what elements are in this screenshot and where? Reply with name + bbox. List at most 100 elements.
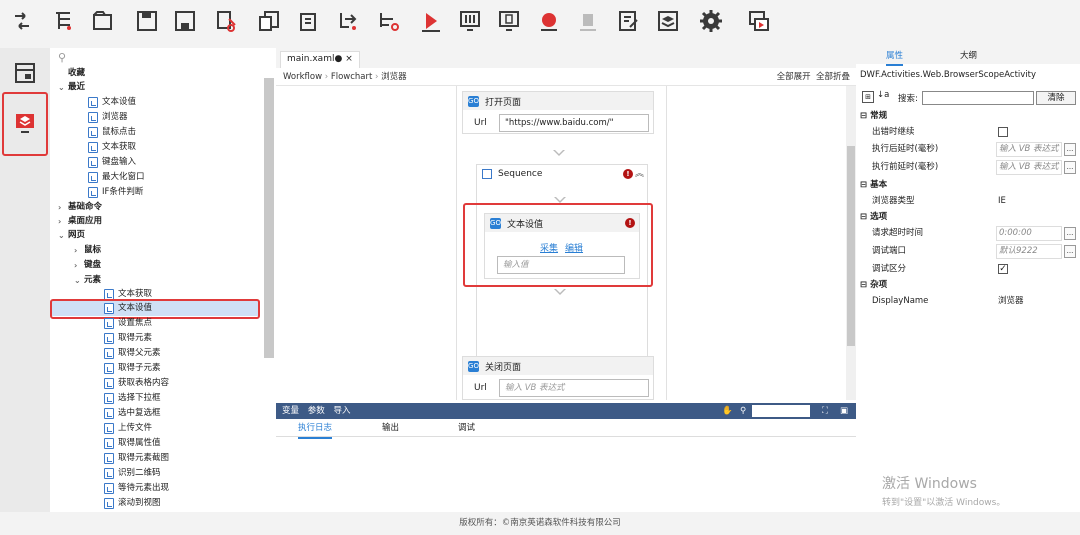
browser-type-value[interactable]: IE — [998, 193, 1006, 210]
tree-group-basic[interactable]: › 基础命令 — [58, 200, 102, 215]
tree-scrollbar[interactable] — [264, 78, 274, 358]
save-icon[interactable] — [134, 8, 160, 34]
web-recorder-icon[interactable] — [10, 108, 40, 138]
delay-after-input[interactable]: 输入 VB 表达式 — [996, 142, 1062, 157]
close-page-activity[interactable]: GO 关闭页面 Url 输入 VB 表达式 — [462, 356, 654, 400]
tab-arguments[interactable]: 参数 — [308, 406, 325, 416]
open-page-activity[interactable]: GO 打开页面 Url "https://www.baidu.com/" — [462, 91, 654, 134]
tree-item-recent-keyboard[interactable]: 键盘输入 — [88, 155, 136, 170]
record-icon[interactable] — [536, 8, 562, 34]
tree-item-upload[interactable]: 上传文件 — [104, 421, 152, 436]
close-icon[interactable]: × — [345, 54, 353, 64]
ellipsis-button[interactable]: ... — [1064, 161, 1076, 174]
categorize-icon[interactable]: ⊞ — [862, 91, 874, 103]
copy-icon[interactable] — [256, 8, 282, 34]
ellipsis-button[interactable]: ... — [1064, 143, 1076, 156]
tree-item-scroll-view[interactable]: 滚动到视图 — [104, 496, 161, 511]
tree-item-recent-click[interactable]: 鼠标点击 — [88, 125, 136, 140]
url-input[interactable]: "https://www.baidu.com/" — [499, 114, 649, 132]
tree-group-keyboard[interactable]: › 键盘 — [74, 258, 101, 273]
category-general[interactable]: ⊟ 常规 — [858, 108, 1076, 125]
run-icon[interactable] — [418, 8, 444, 34]
tree-item-check-box[interactable]: 选中复选框 — [104, 406, 161, 421]
tab-imports[interactable]: 导入 — [333, 406, 350, 416]
edit-document-icon[interactable] — [616, 8, 642, 34]
collapse-all-button[interactable]: 全部折叠 — [816, 72, 850, 82]
tab-variables[interactable]: 变量 — [282, 406, 299, 416]
workflow-canvas[interactable]: GO 打开页面 Url "https://www.baidu.com/" Sequ… — [276, 86, 846, 400]
tab-main-xaml[interactable]: main.xaml● × — [280, 51, 360, 68]
ellipsis-button[interactable]: ... — [1064, 227, 1076, 240]
sort-az-icon[interactable]: ↓a — [877, 90, 889, 100]
overview-icon[interactable]: ▣ — [840, 403, 848, 419]
activities-panel-icon[interactable] — [10, 58, 40, 88]
tab-debug[interactable]: 调试 — [458, 419, 475, 437]
layers-icon[interactable] — [655, 8, 681, 34]
tree-item-recent-set-text[interactable]: 文本设值 — [88, 95, 136, 110]
tab-outline[interactable]: 大纲 — [960, 48, 977, 64]
tree-item-get-attribute[interactable]: 取得属性值 — [104, 436, 161, 451]
ellipsis-button[interactable]: ... — [1064, 245, 1076, 258]
tree-item-wait-element[interactable]: 等待元素出现 — [104, 481, 169, 496]
debug-port-input[interactable]: 默认9222 — [996, 244, 1062, 259]
tree-table-icon[interactable] — [51, 8, 77, 34]
breadcrumb-item-workflow[interactable]: Workflow — [283, 72, 322, 82]
tree-group-mouse[interactable]: › 鼠标 — [74, 243, 101, 258]
tree-item-recent-browser[interactable]: 浏览器 — [88, 110, 128, 125]
properties-search-input[interactable] — [922, 91, 1034, 105]
category-misc[interactable]: ⊟ 杂项 — [858, 277, 1076, 294]
collapse-icon[interactable]: ︽ — [635, 166, 644, 179]
redo-icon[interactable] — [376, 8, 402, 34]
breadcrumb-item-flowchart[interactable]: Flowchart — [331, 72, 373, 82]
tree-item-get-parent[interactable]: 取得父元素 — [104, 346, 161, 361]
url-input[interactable]: 输入 VB 表达式 — [499, 379, 649, 397]
flow-link-icon[interactable] — [9, 8, 35, 34]
tree-item-get-element[interactable]: 取得元素 — [104, 331, 152, 346]
display-name-value[interactable]: 浏览器 — [998, 293, 1024, 310]
tree-item-get-children[interactable]: 取得子元素 — [104, 361, 161, 376]
debug-settings-icon[interactable] — [457, 8, 483, 34]
paste-icon[interactable] — [295, 8, 321, 34]
canvas-scrollbar[interactable] — [846, 86, 856, 400]
tab-output[interactable]: 输出 — [382, 419, 399, 437]
search-icon[interactable]: ⚲ — [58, 51, 66, 64]
zoom-search-icon[interactable]: ⚲ — [740, 403, 746, 419]
tree-group-recent[interactable]: ⌄ 最近 — [58, 80, 85, 95]
tree-item-screenshot[interactable]: 取得元素截图 — [104, 451, 169, 466]
monitor-icon[interactable] — [496, 8, 522, 34]
clear-button[interactable]: 清除 — [1036, 91, 1076, 105]
debug-distinguish-checkbox[interactable]: ✓ — [998, 264, 1008, 274]
sequence-activity[interactable]: Sequence ! ︽ GO 文本设值 ! 采集 编辑 输入值 — [463, 164, 653, 374]
save-as-icon[interactable] — [172, 8, 198, 34]
category-options[interactable]: ⊟ 选项 — [858, 209, 1076, 226]
tree-group-desktop[interactable]: › 桌面应用 — [58, 214, 102, 229]
tree-item-recent-get-text[interactable]: 文本获取 — [88, 140, 136, 155]
tree-group-favorites[interactable]: 收藏 — [68, 66, 85, 81]
fit-screen-icon[interactable]: ⛶ — [822, 403, 828, 419]
tree-item-get-table[interactable]: 获取表格内容 — [104, 376, 169, 391]
tab-execution-log[interactable]: 执行日志 — [298, 419, 333, 439]
breadcrumb-item-browser[interactable]: 浏览器 — [381, 72, 407, 82]
tree-group-web[interactable]: ⌄ 网页 — [58, 228, 85, 243]
tree-item-select-dropdown[interactable]: 选择下拉框 — [104, 391, 161, 406]
open-folder-icon[interactable] — [90, 8, 116, 34]
delay-before-input[interactable]: 输入 VB 表达式 — [996, 160, 1062, 175]
zoom-select[interactable] — [752, 405, 810, 417]
category-basic[interactable]: ⊟ 基本 — [858, 177, 1076, 194]
tree-item-recent-maximize[interactable]: 最大化窗口 — [88, 170, 145, 185]
stop-icon[interactable] — [575, 8, 601, 34]
timeout-input[interactable]: 0:00:00 — [996, 226, 1062, 241]
tree-item-qrcode[interactable]: 识别二维码 — [104, 466, 161, 481]
gear-icon[interactable] — [698, 8, 724, 34]
screen-record-icon[interactable] — [746, 8, 772, 34]
tree-item-recent-if[interactable]: IF条件判断 — [88, 185, 143, 200]
undo-icon[interactable] — [336, 8, 362, 34]
tab-properties[interactable]: 属性 — [886, 48, 904, 66]
tree-item-set-focus[interactable]: 设置焦点 — [104, 316, 152, 331]
scroll-thumb[interactable] — [847, 146, 855, 346]
tree-group-element[interactable]: ⌄ 元素 — [74, 273, 101, 288]
cut-icon[interactable] — [214, 8, 240, 34]
continue-on-error-checkbox[interactable] — [998, 127, 1008, 137]
expand-all-button[interactable]: 全部展开 — [777, 72, 811, 82]
pan-hand-icon[interactable]: ✋ — [722, 403, 733, 419]
